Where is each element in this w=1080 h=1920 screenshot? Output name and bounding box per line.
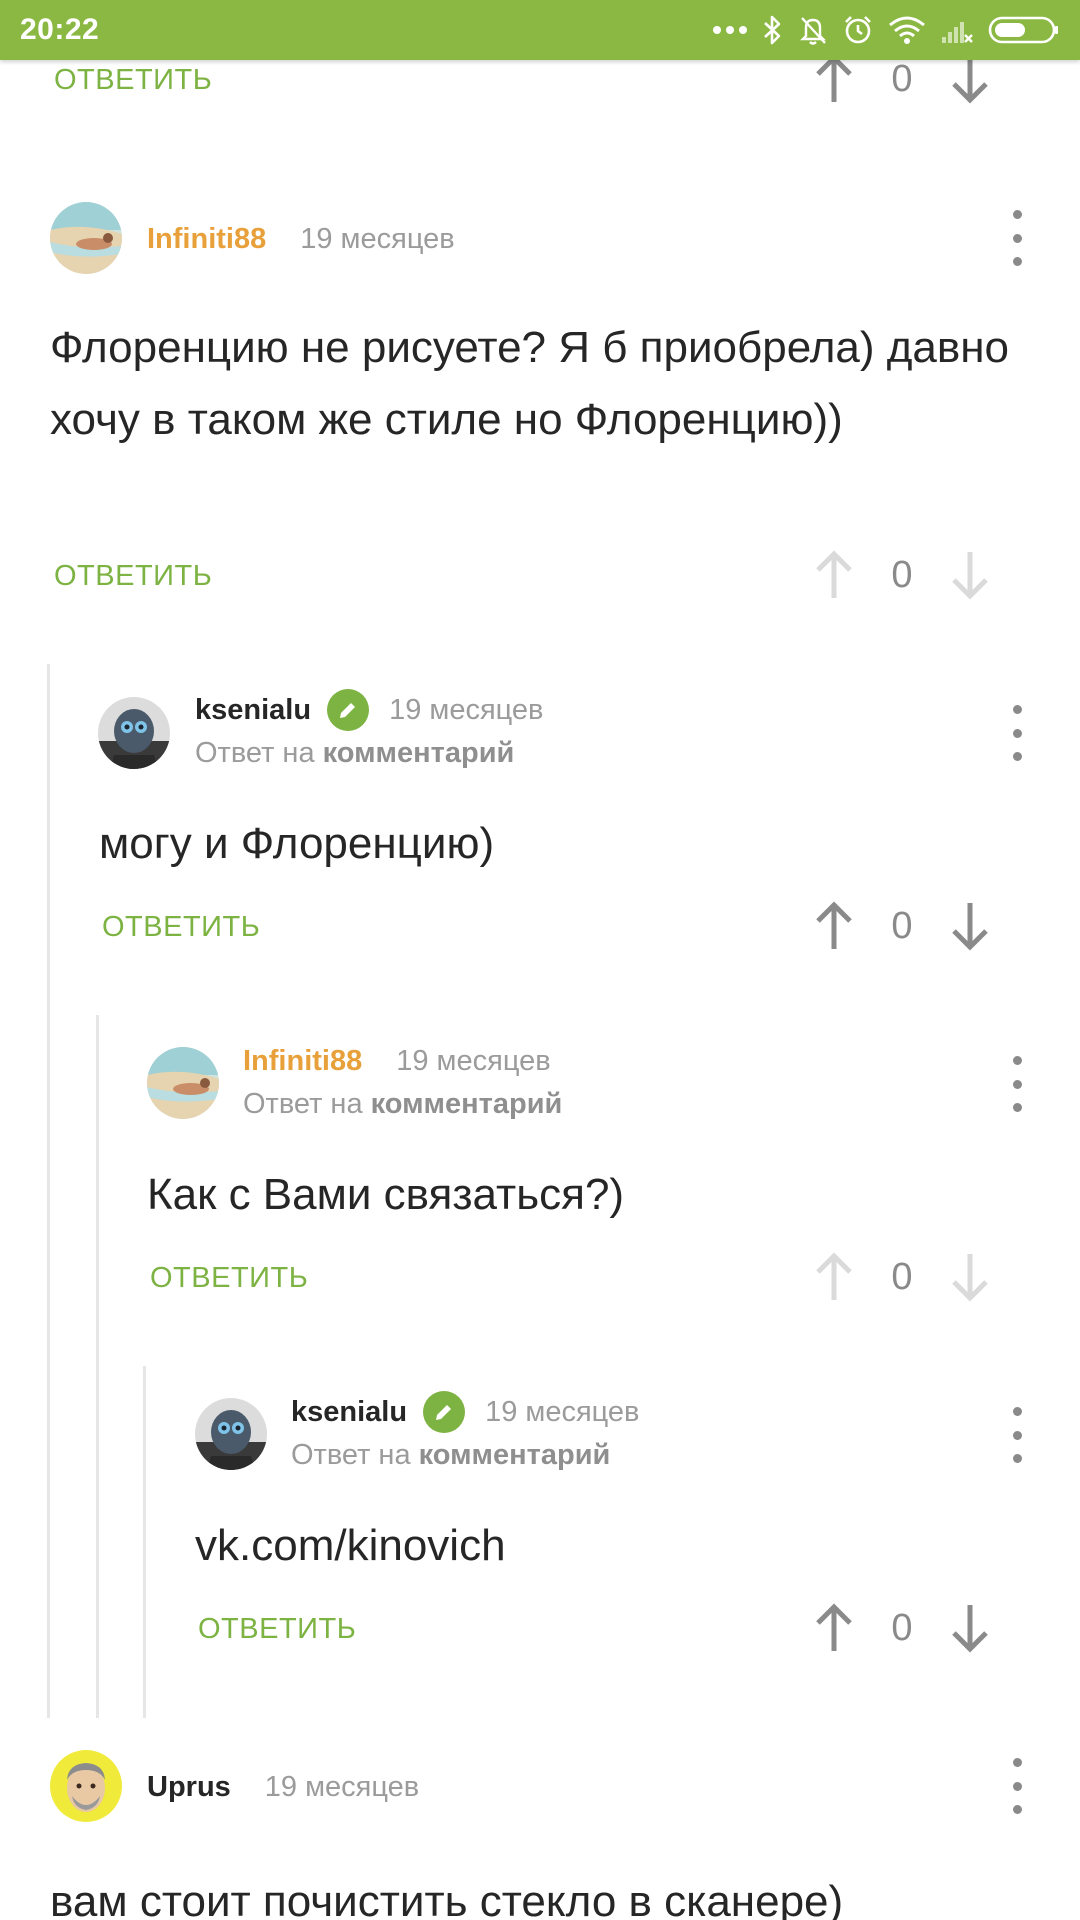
screen: 20:22 ОТВЕТИТЬ 0 Infiniti88 19 месяцев Ф… bbox=[0, 0, 1080, 1920]
comment-text: Флоренцию не рисуете? Я б приобрела) дав… bbox=[50, 323, 1010, 444]
alarm-icon bbox=[842, 14, 874, 46]
comment-time: 19 месяцев bbox=[300, 222, 455, 255]
more-menu-icon[interactable] bbox=[1002, 1407, 1032, 1463]
author-name[interactable]: ksenialu bbox=[291, 1396, 407, 1429]
comment-header: ksenialu 19 месяцев bbox=[195, 689, 544, 731]
reply-to-line: Ответ на комментарий bbox=[291, 1439, 610, 1472]
vote-controls: 0 bbox=[806, 1603, 998, 1653]
downvote-icon[interactable] bbox=[942, 1603, 998, 1653]
vote-score: 0 bbox=[891, 904, 913, 947]
reply-prefix: Ответ на bbox=[195, 737, 315, 769]
avatar[interactable] bbox=[50, 1750, 122, 1822]
comment-header: ksenialu 19 месяцев bbox=[291, 1391, 640, 1433]
thread-line bbox=[143, 1366, 146, 1718]
author-name[interactable]: Uprus bbox=[147, 1771, 231, 1804]
reply-button[interactable]: ОТВЕТИТЬ bbox=[198, 1613, 356, 1646]
bluetooth-icon bbox=[762, 14, 784, 46]
wifi-icon bbox=[888, 15, 926, 45]
upvote-icon[interactable] bbox=[806, 54, 862, 104]
reply-target-link[interactable]: комментарий bbox=[371, 1088, 563, 1120]
upvote-icon[interactable] bbox=[806, 1603, 862, 1653]
comment-time: 19 месяцев bbox=[485, 1395, 640, 1428]
comment-text: vk.com/kinovich bbox=[195, 1521, 506, 1570]
author-name[interactable]: Infiniti88 bbox=[243, 1045, 362, 1078]
reply-to-line: Ответ на комментарий bbox=[243, 1088, 562, 1121]
vote-controls: 0 bbox=[806, 901, 998, 951]
avatar[interactable] bbox=[195, 1398, 267, 1470]
downvote-icon[interactable] bbox=[942, 550, 998, 600]
comment-header: Infiniti88 19 месяцев bbox=[147, 219, 455, 259]
vote-score: 0 bbox=[891, 553, 913, 596]
thread-line bbox=[47, 664, 50, 1718]
reply-button[interactable]: ОТВЕТИТЬ bbox=[150, 1262, 308, 1295]
vote-controls: 0 bbox=[806, 54, 998, 104]
comment-header: Infiniti88 19 месяцев bbox=[243, 1041, 551, 1081]
reply-prefix: Ответ на bbox=[243, 1088, 363, 1120]
reply-button[interactable]: ОТВЕТИТЬ bbox=[54, 560, 212, 593]
upvote-icon[interactable] bbox=[806, 901, 862, 951]
pencil-badge-icon bbox=[423, 1391, 466, 1433]
upvote-icon[interactable] bbox=[806, 1252, 862, 1302]
comment-header: Uprus 19 месяцев bbox=[147, 1767, 419, 1807]
more-dots-icon bbox=[712, 25, 748, 35]
comment-text: Как с Вами связаться?) bbox=[147, 1170, 625, 1219]
comment-time: 19 месяцев bbox=[396, 1044, 551, 1077]
avatar[interactable] bbox=[50, 202, 122, 274]
comment-time: 19 месяцев bbox=[264, 1770, 420, 1803]
thread-line bbox=[96, 1015, 99, 1718]
comment-time: 19 месяцев bbox=[389, 693, 544, 726]
pencil-badge-icon bbox=[327, 689, 370, 731]
upvote-icon[interactable] bbox=[806, 550, 862, 600]
downvote-icon[interactable] bbox=[942, 54, 998, 104]
reply-to-line: Ответ на комментарий bbox=[195, 737, 514, 770]
battery-icon bbox=[988, 15, 1060, 45]
downvote-icon[interactable] bbox=[942, 1252, 998, 1302]
more-menu-icon[interactable] bbox=[1002, 1758, 1032, 1814]
status-time: 20:22 bbox=[20, 13, 100, 46]
reply-target-link[interactable]: комментарий bbox=[419, 1439, 611, 1471]
status-bar: 20:22 bbox=[0, 0, 1080, 60]
signal-icon bbox=[940, 15, 974, 45]
reply-button[interactable]: ОТВЕТИТЬ bbox=[54, 64, 212, 97]
mute-icon bbox=[798, 14, 828, 46]
downvote-icon[interactable] bbox=[942, 901, 998, 951]
vote-score: 0 bbox=[891, 1255, 913, 1298]
reply-target-link[interactable]: комментарий bbox=[323, 737, 515, 769]
author-name[interactable]: ksenialu bbox=[195, 694, 311, 727]
vote-score: 0 bbox=[891, 1606, 913, 1649]
comment-text: могу и Флоренцию) bbox=[99, 819, 495, 868]
more-menu-icon[interactable] bbox=[1002, 705, 1032, 761]
more-menu-icon[interactable] bbox=[1002, 210, 1032, 266]
more-menu-icon[interactable] bbox=[1002, 1056, 1032, 1112]
comment-text: вам стоит почистить стекло в сканере) bbox=[50, 1877, 844, 1920]
status-icons bbox=[712, 14, 1060, 46]
reply-button[interactable]: ОТВЕТИТЬ bbox=[102, 911, 260, 944]
reply-prefix: Ответ на bbox=[291, 1439, 411, 1471]
vote-score: 0 bbox=[891, 57, 913, 100]
vote-controls: 0 bbox=[806, 550, 998, 600]
vote-controls: 0 bbox=[806, 1252, 998, 1302]
avatar[interactable] bbox=[147, 1047, 219, 1119]
author-name[interactable]: Infiniti88 bbox=[147, 223, 266, 256]
avatar[interactable] bbox=[98, 697, 170, 769]
